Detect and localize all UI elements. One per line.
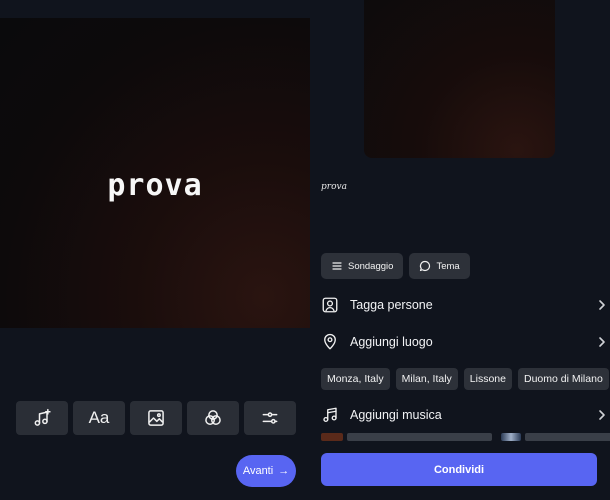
add-location-label: Aggiungi luogo <box>350 335 433 349</box>
add-music-icon <box>34 408 51 426</box>
location-suggestions: Monza, Italy Milan, Italy Lissone Duomo … <box>321 368 610 390</box>
add-location-row[interactable]: Aggiungi luogo <box>321 327 607 357</box>
adjust-icon <box>262 412 278 424</box>
chevron-right-icon <box>599 337 605 347</box>
location-pin-icon <box>321 333 339 351</box>
filters-button[interactable] <box>187 401 239 435</box>
text-button[interactable]: Aa <box>73 401 125 435</box>
add-music-row[interactable]: Aggiungi musica <box>321 400 607 430</box>
chevron-right-icon <box>599 410 605 420</box>
next-button[interactable]: Avanti → <box>236 455 296 487</box>
next-button-label: Avanti <box>242 465 274 477</box>
location-chip[interactable]: Milan, Italy <box>395 368 458 390</box>
post-details-panel: prova Sondaggio Tema Tagga persone Aggiu… <box>310 0 610 500</box>
tag-people-row[interactable]: Tagga persone <box>321 290 607 320</box>
text-icon: Aa <box>88 408 110 427</box>
theme-chip[interactable]: Tema <box>409 253 470 279</box>
adjust-button[interactable] <box>244 401 296 435</box>
chat-bubble-icon <box>420 260 431 272</box>
arrow-right-icon: → <box>278 465 290 477</box>
music-note-icon <box>321 406 339 424</box>
share-button[interactable]: Condividi <box>321 453 597 486</box>
person-tag-icon <box>321 296 339 314</box>
music-suggestions <box>321 433 610 441</box>
poll-chip-label: Sondaggio <box>348 260 394 272</box>
location-chip[interactable]: Monza, Italy <box>321 368 390 390</box>
post-canvas[interactable]: prova <box>0 18 310 328</box>
post-thumbnail[interactable] <box>364 0 555 158</box>
canvas-text[interactable]: prova <box>0 168 310 203</box>
poll-chip[interactable]: Sondaggio <box>321 253 404 279</box>
image-icon <box>148 410 164 426</box>
album-art[interactable] <box>321 433 343 441</box>
tag-people-label: Tagga persone <box>350 298 433 312</box>
location-chip[interactable]: Lissone <box>463 368 512 390</box>
filters-icon <box>205 410 221 425</box>
editor-panel: prova Aa Avanti → <box>0 0 310 500</box>
post-caption[interactable]: prova <box>321 182 347 192</box>
editor-toolbar: Aa <box>16 401 296 435</box>
post-options-chips: Sondaggio Tema <box>321 253 470 279</box>
chevron-right-icon <box>599 300 605 310</box>
album-art[interactable] <box>501 433 521 441</box>
add-music-label: Aggiungi musica <box>350 408 442 422</box>
image-button[interactable] <box>130 401 182 435</box>
theme-chip-label: Tema <box>436 260 460 272</box>
music-suggestion-card[interactable] <box>347 433 492 441</box>
add-music-button[interactable] <box>16 401 68 435</box>
music-suggestion-card[interactable] <box>525 433 610 441</box>
location-chip[interactable]: Duomo di Milano <box>518 368 609 390</box>
list-icon <box>332 262 342 270</box>
